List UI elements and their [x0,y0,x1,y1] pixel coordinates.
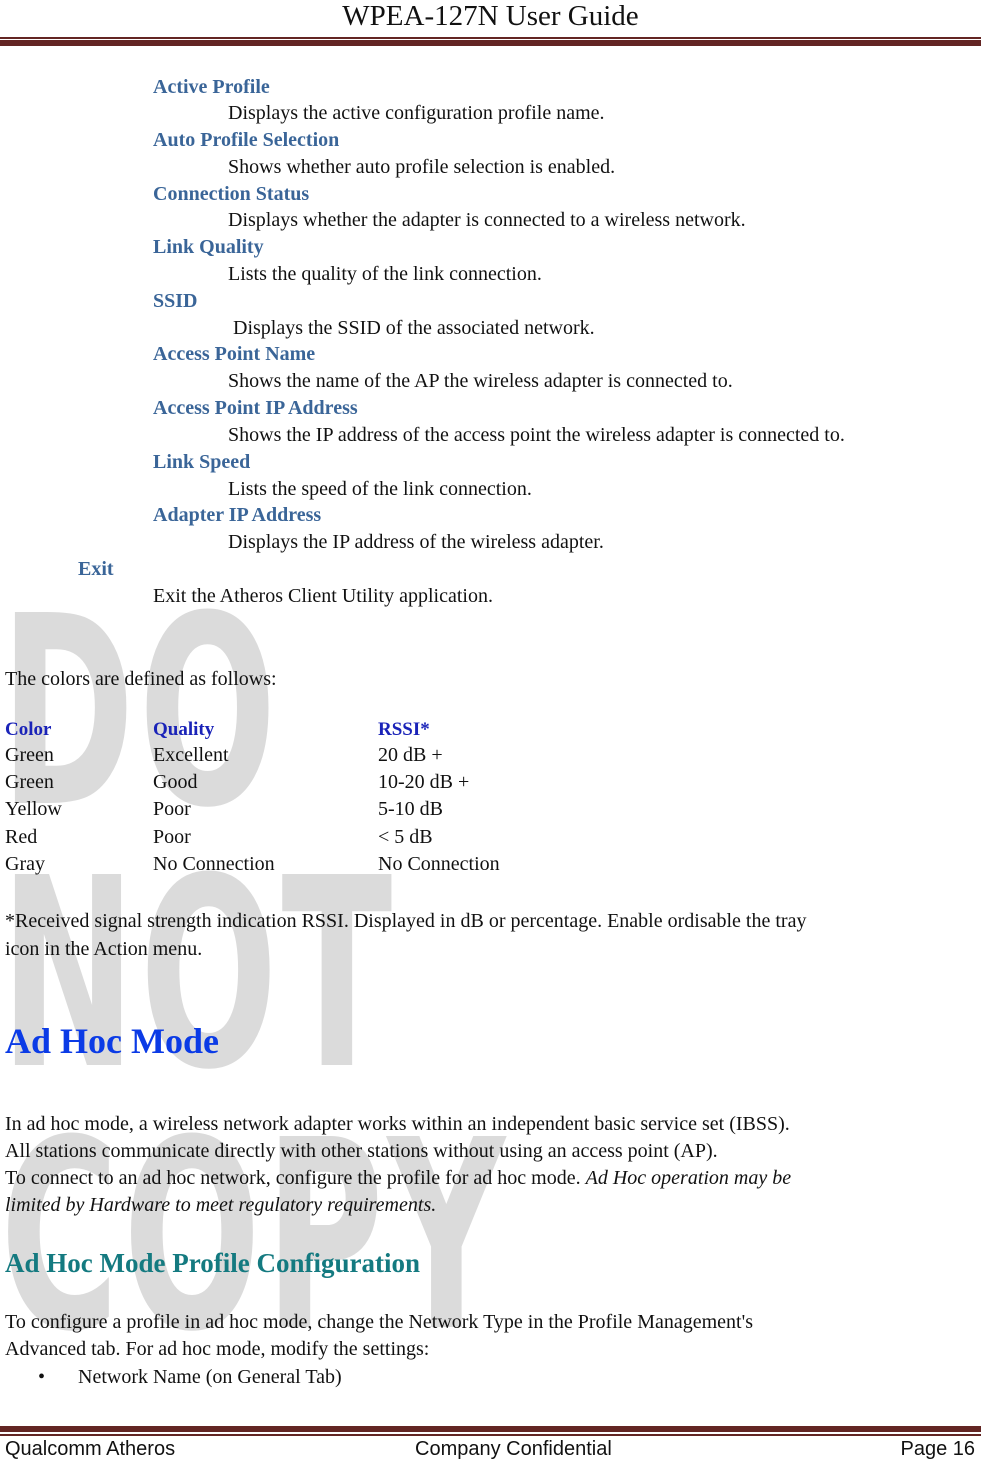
footnote-line: icon in the Action menu. [5,938,203,960]
header-rule-thin [0,37,981,39]
definition-desc: Displays the IP address of the wireless … [228,531,604,553]
definition-term: Active Profile [153,76,270,98]
definition-desc: Lists the speed of the link connection. [228,478,532,500]
definition-term: Auto Profile Selection [153,129,340,151]
table-cell: Gray [5,853,45,875]
footnote-line: *Received signal strength indication RSS… [5,910,807,932]
footer-rule-thick [0,1426,981,1432]
table-cell: Green [5,771,54,793]
section-heading-profile-configuration: Ad Hoc Mode Profile Configuration [5,1248,420,1278]
definition-desc: Displays whether the adapter is connecte… [228,209,746,231]
definition-desc: Shows whether auto profile selection is … [228,156,616,178]
table-cell: Yellow [5,798,62,820]
paragraph-line: To configure a profile in ad hoc mode, c… [5,1311,753,1333]
bullet-icon: • [38,1366,46,1388]
definition-term: Link Quality [153,236,264,258]
paragraph-line: To connect to an ad hoc network, configu… [5,1165,791,1191]
table-cell: No Connection [153,853,275,875]
definition-desc: Lists the quality of the link connection… [228,263,542,285]
paragraph-line: All stations communicate directly with o… [5,1140,718,1162]
definition-term: Access Point Name [153,343,316,365]
definition-term: Access Point IP Address [153,397,358,419]
colors-intro: The colors are defined as follows: [5,668,277,690]
paragraph-italic-note: limited by Hardware to meet regulatory r… [5,1194,437,1216]
table-header-rssi: RSSI* [378,719,430,740]
bullet-text: Network Name (on General Tab) [78,1366,342,1388]
definition-desc: Shows the IP address of the access point… [228,424,845,446]
table-cell: 10-20 dB + [378,771,470,793]
exit-term: Exit [78,558,114,580]
footer-confidential: Company Confidential [415,1438,612,1460]
bullet-item: • Network Name (on General Tab) [38,1364,342,1390]
table-header-quality: Quality [153,719,215,740]
table-cell: < 5 dB [378,826,433,848]
document-title: WPEA-127N User Guide [342,0,639,32]
page-number: Page 16 [900,1438,975,1460]
table-header-color: Color [5,719,52,740]
footer-company: Qualcomm Atheros [5,1438,176,1460]
definition-desc: Shows the name of the AP the wireless ad… [228,370,733,392]
definition-term: Adapter IP Address [153,504,322,526]
paragraph-text: To connect to an ad hoc network, configu… [5,1167,586,1189]
watermark: DO NOT COPY [0,582,981,1368]
table-cell: Green [5,744,54,766]
table-cell: 20 dB + [378,744,443,766]
table-cell: No Connection [378,853,500,875]
definition-term: Connection Status [153,183,310,205]
table-cell: Poor [153,798,191,820]
table-cell: Red [5,826,38,848]
definition-term: Link Speed [153,451,251,473]
section-heading-ad-hoc-mode: Ad Hoc Mode [5,1021,219,1061]
table-cell: Poor [153,826,191,848]
definition-desc: Displays the active configuration profil… [228,102,605,124]
table-cell: 5-10 dB [378,798,443,820]
paragraph-italic-note: Ad Hoc operation may be [585,1167,792,1189]
paragraph-line: In ad hoc mode, a wireless network adapt… [5,1113,790,1135]
header-rule-thick [0,40,981,46]
definition-desc: Displays the SSID of the associated netw… [233,317,595,339]
definition-term: SSID [153,290,198,312]
table-cell: Excellent [153,744,229,766]
exit-desc: Exit the Atheros Client Utility applicat… [153,585,493,607]
paragraph-line: Advanced tab. For ad hoc mode, modify th… [5,1338,430,1360]
table-cell: Good [153,771,198,793]
footer-rule-thin [0,1434,981,1436]
